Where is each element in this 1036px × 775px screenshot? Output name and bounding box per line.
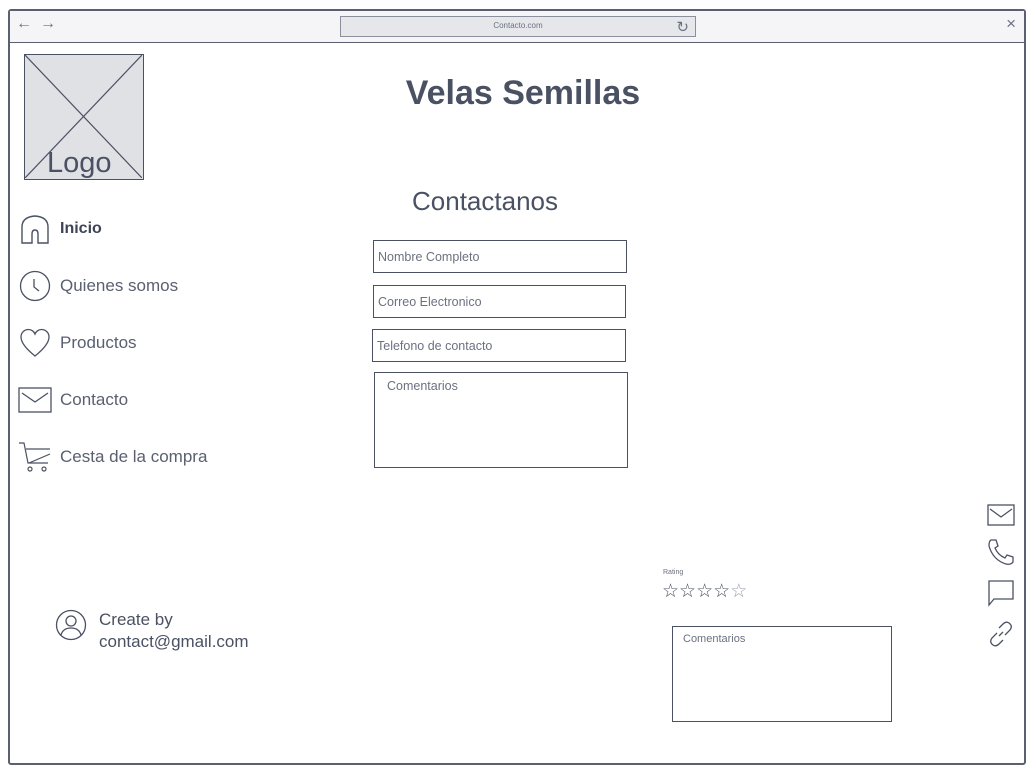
cart-icon bbox=[18, 440, 52, 474]
sidebar-item-inicio[interactable]: Inicio bbox=[18, 211, 102, 247]
email-field[interactable] bbox=[373, 285, 626, 318]
address-bar[interactable]: Contacto.com ↻ bbox=[340, 16, 696, 37]
star-rating[interactable]: ☆☆☆☆☆ bbox=[662, 580, 747, 603]
home-icon bbox=[18, 212, 52, 246]
rating-comments-field[interactable] bbox=[672, 626, 892, 722]
forward-icon[interactable]: → bbox=[40, 15, 56, 33]
creator-email[interactable]: contact@gmail.com bbox=[99, 631, 249, 653]
back-icon[interactable]: ← bbox=[16, 15, 32, 33]
star-empty-icon[interactable]: ☆ bbox=[730, 581, 747, 602]
sidebar-item-label: Productos bbox=[60, 333, 137, 352]
contact-form-title: Contactanos bbox=[412, 186, 558, 216]
clock-icon bbox=[18, 269, 52, 303]
sidebar-item-cesta[interactable]: Cesta de la compra bbox=[18, 439, 207, 475]
logo-text: Logo bbox=[47, 147, 112, 179]
site-title: Velas Semillas bbox=[405, 74, 641, 112]
star-icon[interactable]: ☆ bbox=[713, 581, 730, 602]
chat-icon[interactable] bbox=[986, 578, 1016, 608]
sidebar-item-label: Cesta de la compra bbox=[60, 447, 208, 466]
creator-info: Create by contact@gmail.com bbox=[55, 609, 249, 653]
sidebar-item-contacto[interactable]: Contacto bbox=[18, 382, 128, 418]
sidebar-item-label: Contacto bbox=[60, 390, 129, 409]
browser-toolbar: ← → Contacto.com ↻ × bbox=[10, 11, 1024, 43]
sidebar-item-quienes-somos[interactable]: Quienes somos bbox=[18, 268, 178, 304]
mail-icon[interactable] bbox=[986, 500, 1016, 530]
star-icon[interactable]: ☆ bbox=[696, 581, 713, 602]
phone-icon[interactable] bbox=[986, 537, 1016, 567]
url-text: Contacto.com bbox=[493, 21, 543, 30]
close-icon[interactable]: × bbox=[1006, 14, 1016, 34]
star-icon[interactable]: ☆ bbox=[679, 581, 696, 602]
comments-field[interactable] bbox=[374, 372, 628, 468]
rating-label: Rating bbox=[663, 569, 684, 576]
sidebar-item-label: Inicio bbox=[60, 220, 102, 237]
logo-placeholder: Logo bbox=[24, 54, 144, 180]
heart-icon bbox=[18, 326, 52, 360]
name-field[interactable] bbox=[373, 240, 627, 273]
sidebar-item-label: Quienes somos bbox=[60, 276, 179, 295]
creator-label: Create by bbox=[99, 610, 173, 629]
reload-icon[interactable]: ↻ bbox=[676, 18, 689, 36]
sidebar-item-productos[interactable]: Productos bbox=[18, 325, 137, 361]
mail-icon bbox=[18, 383, 52, 417]
link-icon[interactable] bbox=[986, 619, 1016, 649]
star-icon[interactable]: ☆ bbox=[662, 581, 679, 602]
user-icon bbox=[55, 609, 87, 646]
phone-field[interactable] bbox=[372, 329, 626, 362]
